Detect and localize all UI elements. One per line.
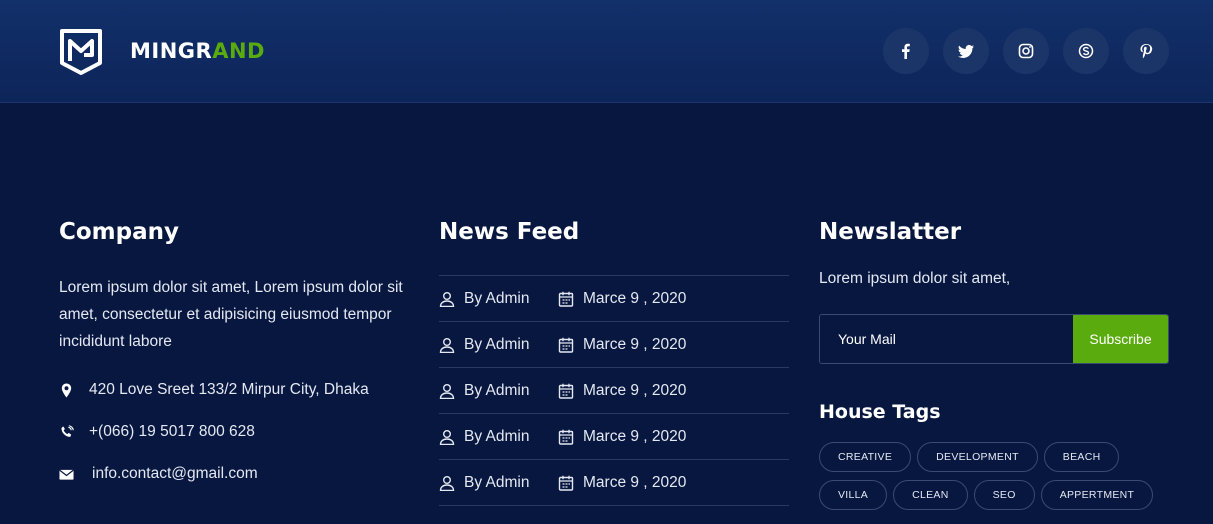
- news-date: Marce 9 , 2020: [583, 427, 687, 445]
- contact-address: 420 Love Sreet 133/2 Mirpur City, Dhaka: [59, 369, 411, 411]
- phone-text: +(066) 19 5017 800 628: [89, 423, 255, 440]
- user-icon: [439, 429, 455, 445]
- calendar-icon: [558, 429, 574, 445]
- tag-creative[interactable]: CREATIVE: [819, 442, 912, 472]
- newsletter-heading: Newslatter: [819, 219, 962, 245]
- news-feed-list: By Admin Marce 9 , 2020 By Admin Marce 9…: [439, 275, 789, 506]
- calendar-icon: [558, 291, 574, 307]
- list-item[interactable]: By Admin Marce 9 , 2020: [439, 276, 789, 322]
- company-column: Company Lorem ipsum dolor sit amet, Lore…: [59, 218, 411, 495]
- newsletter-text: Lorem ipsum dolor sit amet,: [819, 270, 1011, 287]
- user-icon: [439, 475, 455, 491]
- news-author: By Admin: [464, 473, 530, 491]
- news-author: By Admin: [464, 289, 530, 307]
- news-date: Marce 9 , 2020: [583, 473, 687, 491]
- list-item[interactable]: By Admin Marce 9 , 2020: [439, 414, 789, 460]
- company-heading: Company: [59, 219, 179, 245]
- tag-villa[interactable]: VILLA: [819, 480, 888, 510]
- tag-appertment[interactable]: APPERTMENT: [1040, 480, 1154, 510]
- address-text: 420 Love Sreet 133/2 Mirpur City, Dhaka: [89, 381, 369, 398]
- email-text: info.contact@gmail.com: [92, 465, 258, 482]
- news-author: By Admin: [464, 427, 530, 445]
- tag-beach[interactable]: BEACH: [1043, 442, 1120, 472]
- tag-development[interactable]: DEVELOPMENT: [917, 442, 1038, 472]
- user-icon: [439, 337, 455, 353]
- user-icon: [439, 383, 455, 399]
- list-item[interactable]: By Admin Marce 9 , 2020: [439, 460, 789, 506]
- calendar-icon: [558, 383, 574, 399]
- pinterest-icon[interactable]: [1123, 28, 1169, 74]
- newsletter-column: Newslatter Lorem ipsum dolor sit amet, S…: [819, 218, 1169, 510]
- top-header: MINGRAND: [0, 0, 1213, 103]
- logo-mark-icon: [60, 29, 102, 75]
- news-date: Marce 9 , 2020: [583, 335, 687, 353]
- calendar-icon: [558, 337, 574, 353]
- phone-icon: [59, 424, 89, 440]
- news-author: By Admin: [464, 335, 530, 353]
- subscribe-form: Subscribe: [819, 314, 1169, 364]
- news-feed-heading: News Feed: [439, 219, 580, 245]
- envelope-icon: [59, 467, 92, 482]
- news-date: Marce 9 , 2020: [583, 381, 687, 399]
- subscribe-button[interactable]: Subscribe: [1073, 315, 1168, 363]
- facebook-icon[interactable]: [883, 28, 929, 74]
- list-item[interactable]: By Admin Marce 9 , 2020: [439, 368, 789, 414]
- news-date: Marce 9 , 2020: [583, 289, 687, 307]
- news-feed-column: News Feed By Admin Marce 9 , 2020 By Adm…: [439, 218, 789, 506]
- tag-seo[interactable]: SEO: [973, 480, 1035, 510]
- instagram-icon[interactable]: [1003, 28, 1049, 74]
- tag-list: CREATIVE DEVELOPMENT BEACH VILLA CLEAN S…: [819, 442, 1169, 510]
- map-pin-icon: [59, 382, 89, 398]
- twitter-icon[interactable]: [943, 28, 989, 74]
- tags-heading: House Tags: [819, 401, 941, 423]
- skype-icon[interactable]: [1063, 28, 1109, 74]
- user-icon: [439, 291, 455, 307]
- company-about-text: Lorem ipsum dolor sit amet, Lorem ipsum …: [59, 279, 403, 350]
- email-input[interactable]: [820, 315, 1073, 363]
- contact-email[interactable]: info.contact@gmail.com: [59, 453, 411, 495]
- tag-clean[interactable]: CLEAN: [893, 480, 968, 510]
- social-links: [883, 28, 1169, 74]
- brand-name: MINGRAND: [130, 39, 265, 63]
- calendar-icon: [558, 475, 574, 491]
- contact-phone[interactable]: +(066) 19 5017 800 628: [59, 411, 411, 453]
- contact-list: 420 Love Sreet 133/2 Mirpur City, Dhaka …: [59, 369, 411, 495]
- list-item[interactable]: By Admin Marce 9 , 2020: [439, 322, 789, 368]
- logo[interactable]: MINGRAND: [58, 27, 265, 75]
- news-author: By Admin: [464, 381, 530, 399]
